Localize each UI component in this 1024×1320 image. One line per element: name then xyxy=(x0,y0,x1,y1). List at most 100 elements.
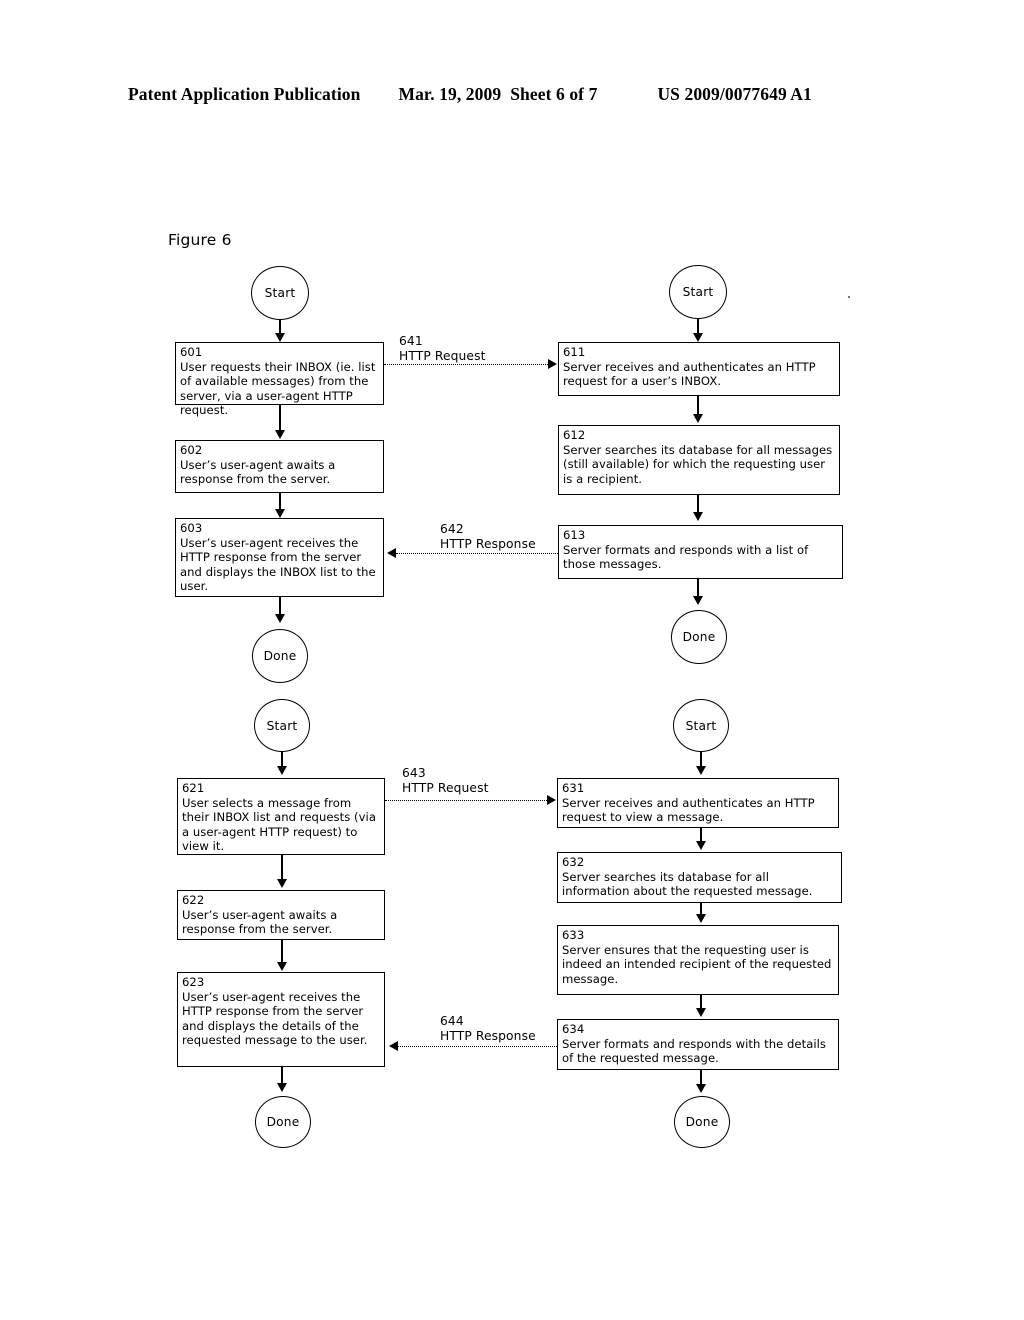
box-602-id: 602 xyxy=(180,443,203,457)
edge-641-id: 641 xyxy=(399,334,423,348)
arrowhead-613-to-done xyxy=(693,596,703,605)
process-box-634: 634 Server formats and responds with the… xyxy=(557,1019,839,1070)
start-terminator-label: Start xyxy=(266,718,298,733)
arrowhead-601-to-611 xyxy=(548,359,557,369)
start-terminator-label: Start xyxy=(682,285,714,299)
box-634-text: Server formats and responds with the det… xyxy=(562,1036,826,1066)
arrowhead-632-to-633 xyxy=(696,914,706,923)
process-box-623: 623 User’s user-agent receives the HTTP … xyxy=(177,972,385,1067)
box-622-text: User’s user-agent awaits a response from… xyxy=(182,907,338,937)
done-terminator-label: Done xyxy=(263,649,297,663)
box-621-text: User selects a message from their INBOX … xyxy=(182,795,376,854)
box-633-id: 633 xyxy=(562,928,585,942)
edge-label-641: 641 HTTP Request xyxy=(399,334,486,364)
box-612-text: Server searches its database for all mes… xyxy=(563,442,833,486)
done-terminator-label: Done xyxy=(266,1115,300,1129)
done-terminator-label: Done xyxy=(685,1115,719,1129)
arrowhead-601-to-602 xyxy=(275,430,285,439)
done-terminator-server-1: Done xyxy=(671,610,727,664)
arrowhead-634-to-done xyxy=(696,1084,706,1093)
arrowhead-613-to-603 xyxy=(387,548,396,558)
box-612-id: 612 xyxy=(563,428,586,442)
process-box-603: 603 User’s user-agent receives the HTTP … xyxy=(175,518,384,597)
process-box-622: 622 User’s user-agent awaits a response … xyxy=(177,890,385,940)
start-terminator-label: Start xyxy=(264,286,296,300)
publication-date: Mar. 19, 2009 xyxy=(398,84,502,104)
edge-label-643: 643 HTTP Request xyxy=(402,766,489,796)
box-632-text: Server searches its database for all inf… xyxy=(562,869,813,899)
edge-label-642: 642 HTTP Response xyxy=(440,522,536,552)
process-box-613: 613 Server formats and responds with a l… xyxy=(558,525,843,579)
start-terminator-client-2: Start xyxy=(254,699,310,752)
box-602-text: User’s user-agent awaits a response from… xyxy=(180,457,336,487)
arrowhead-623-to-done xyxy=(277,1083,287,1092)
scan-speck xyxy=(848,296,850,298)
sheet-number: Sheet 6 of 7 xyxy=(510,84,598,104)
connector-621-to-631 xyxy=(385,800,547,801)
start-terminator-server-2: Start xyxy=(673,699,729,752)
done-terminator-server-2: Done xyxy=(674,1096,730,1148)
process-box-633: 633 Server ensures that the requesting u… xyxy=(557,925,839,995)
arrowhead-start-to-631 xyxy=(696,766,706,775)
arrowhead-603-to-done xyxy=(275,614,285,623)
arrowhead-634-to-623 xyxy=(389,1041,398,1051)
start-terminator-client-1: Start xyxy=(251,266,309,320)
publication-title: Patent Application Publication xyxy=(128,84,361,104)
box-603-text: User’s user-agent receives the HTTP resp… xyxy=(180,535,376,594)
patent-number: US 2009/0077649 A1 xyxy=(657,84,812,104)
connector-601-to-611 xyxy=(384,364,548,365)
arrowhead-611-to-612 xyxy=(693,414,703,423)
connector-621-to-622 xyxy=(281,855,283,882)
arrowhead-start-to-611 xyxy=(693,333,703,342)
process-box-601: 601 User requests their INBOX (ie. list … xyxy=(175,342,384,417)
edge-643-id: 643 xyxy=(402,766,426,780)
process-box-632: 632 Server searches its database for all… xyxy=(557,852,842,903)
process-box-631: 631 Server receives and authenticates an… xyxy=(557,778,839,828)
box-623-text: User’s user-agent receives the HTTP resp… xyxy=(182,989,368,1048)
done-terminator-client-2: Done xyxy=(255,1096,311,1148)
process-box-612: 612 Server searches its database for all… xyxy=(558,425,840,495)
arrowhead-622-to-623 xyxy=(277,962,287,971)
arrowhead-start-to-621 xyxy=(277,766,287,775)
arrowhead-start-to-601 xyxy=(275,333,285,342)
box-622-id: 622 xyxy=(182,893,205,907)
arrowhead-602-to-603 xyxy=(275,509,285,518)
box-633-text: Server ensures that the requesting user … xyxy=(562,942,832,986)
done-terminator-label: Done xyxy=(682,630,716,644)
edge-643-name: HTTP Request xyxy=(402,781,489,795)
edge-642-name: HTTP Response xyxy=(440,537,536,551)
box-623-id: 623 xyxy=(182,975,205,989)
done-terminator-client-1: Done xyxy=(252,629,308,683)
edge-label-644: 644 HTTP Response xyxy=(440,1014,536,1044)
box-601-id: 601 xyxy=(180,345,203,359)
box-634-id: 634 xyxy=(562,1022,585,1036)
box-611-text: Server receives and authenticates an HTT… xyxy=(563,359,816,389)
patent-header: Patent Application Publication Mar. 19, … xyxy=(128,84,896,110)
figure-caption: Figure 6 xyxy=(168,231,232,249)
edge-644-id: 644 xyxy=(440,1014,464,1028)
box-621-id: 621 xyxy=(182,781,205,795)
arrowhead-612-to-613 xyxy=(693,512,703,521)
arrowhead-621-to-631 xyxy=(547,795,556,805)
start-terminator-label: Start xyxy=(685,718,717,733)
box-631-id: 631 xyxy=(562,781,585,795)
arrowhead-633-to-634 xyxy=(696,1008,706,1017)
box-603-id: 603 xyxy=(180,521,203,535)
process-box-611: 611 Server receives and authenticates an… xyxy=(558,342,840,396)
process-box-621: 621 User selects a message from their IN… xyxy=(177,778,385,855)
process-box-602: 602 User’s user-agent awaits a response … xyxy=(175,440,384,493)
connector-613-to-603 xyxy=(396,553,558,554)
start-terminator-server-1: Start xyxy=(669,265,727,319)
box-613-text: Server formats and responds with a list … xyxy=(563,542,809,572)
arrowhead-621-to-622 xyxy=(277,879,287,888)
connector-601-to-602 xyxy=(279,405,281,433)
edge-644-name: HTTP Response xyxy=(440,1029,536,1043)
connector-634-to-623 xyxy=(398,1046,557,1047)
box-611-id: 611 xyxy=(563,345,586,359)
arrowhead-631-to-632 xyxy=(696,841,706,850)
box-632-id: 632 xyxy=(562,855,585,869)
box-631-text: Server receives and authenticates an HTT… xyxy=(562,795,815,825)
edge-641-name: HTTP Request xyxy=(399,349,486,363)
edge-642-id: 642 xyxy=(440,522,464,536)
box-613-id: 613 xyxy=(563,528,586,542)
